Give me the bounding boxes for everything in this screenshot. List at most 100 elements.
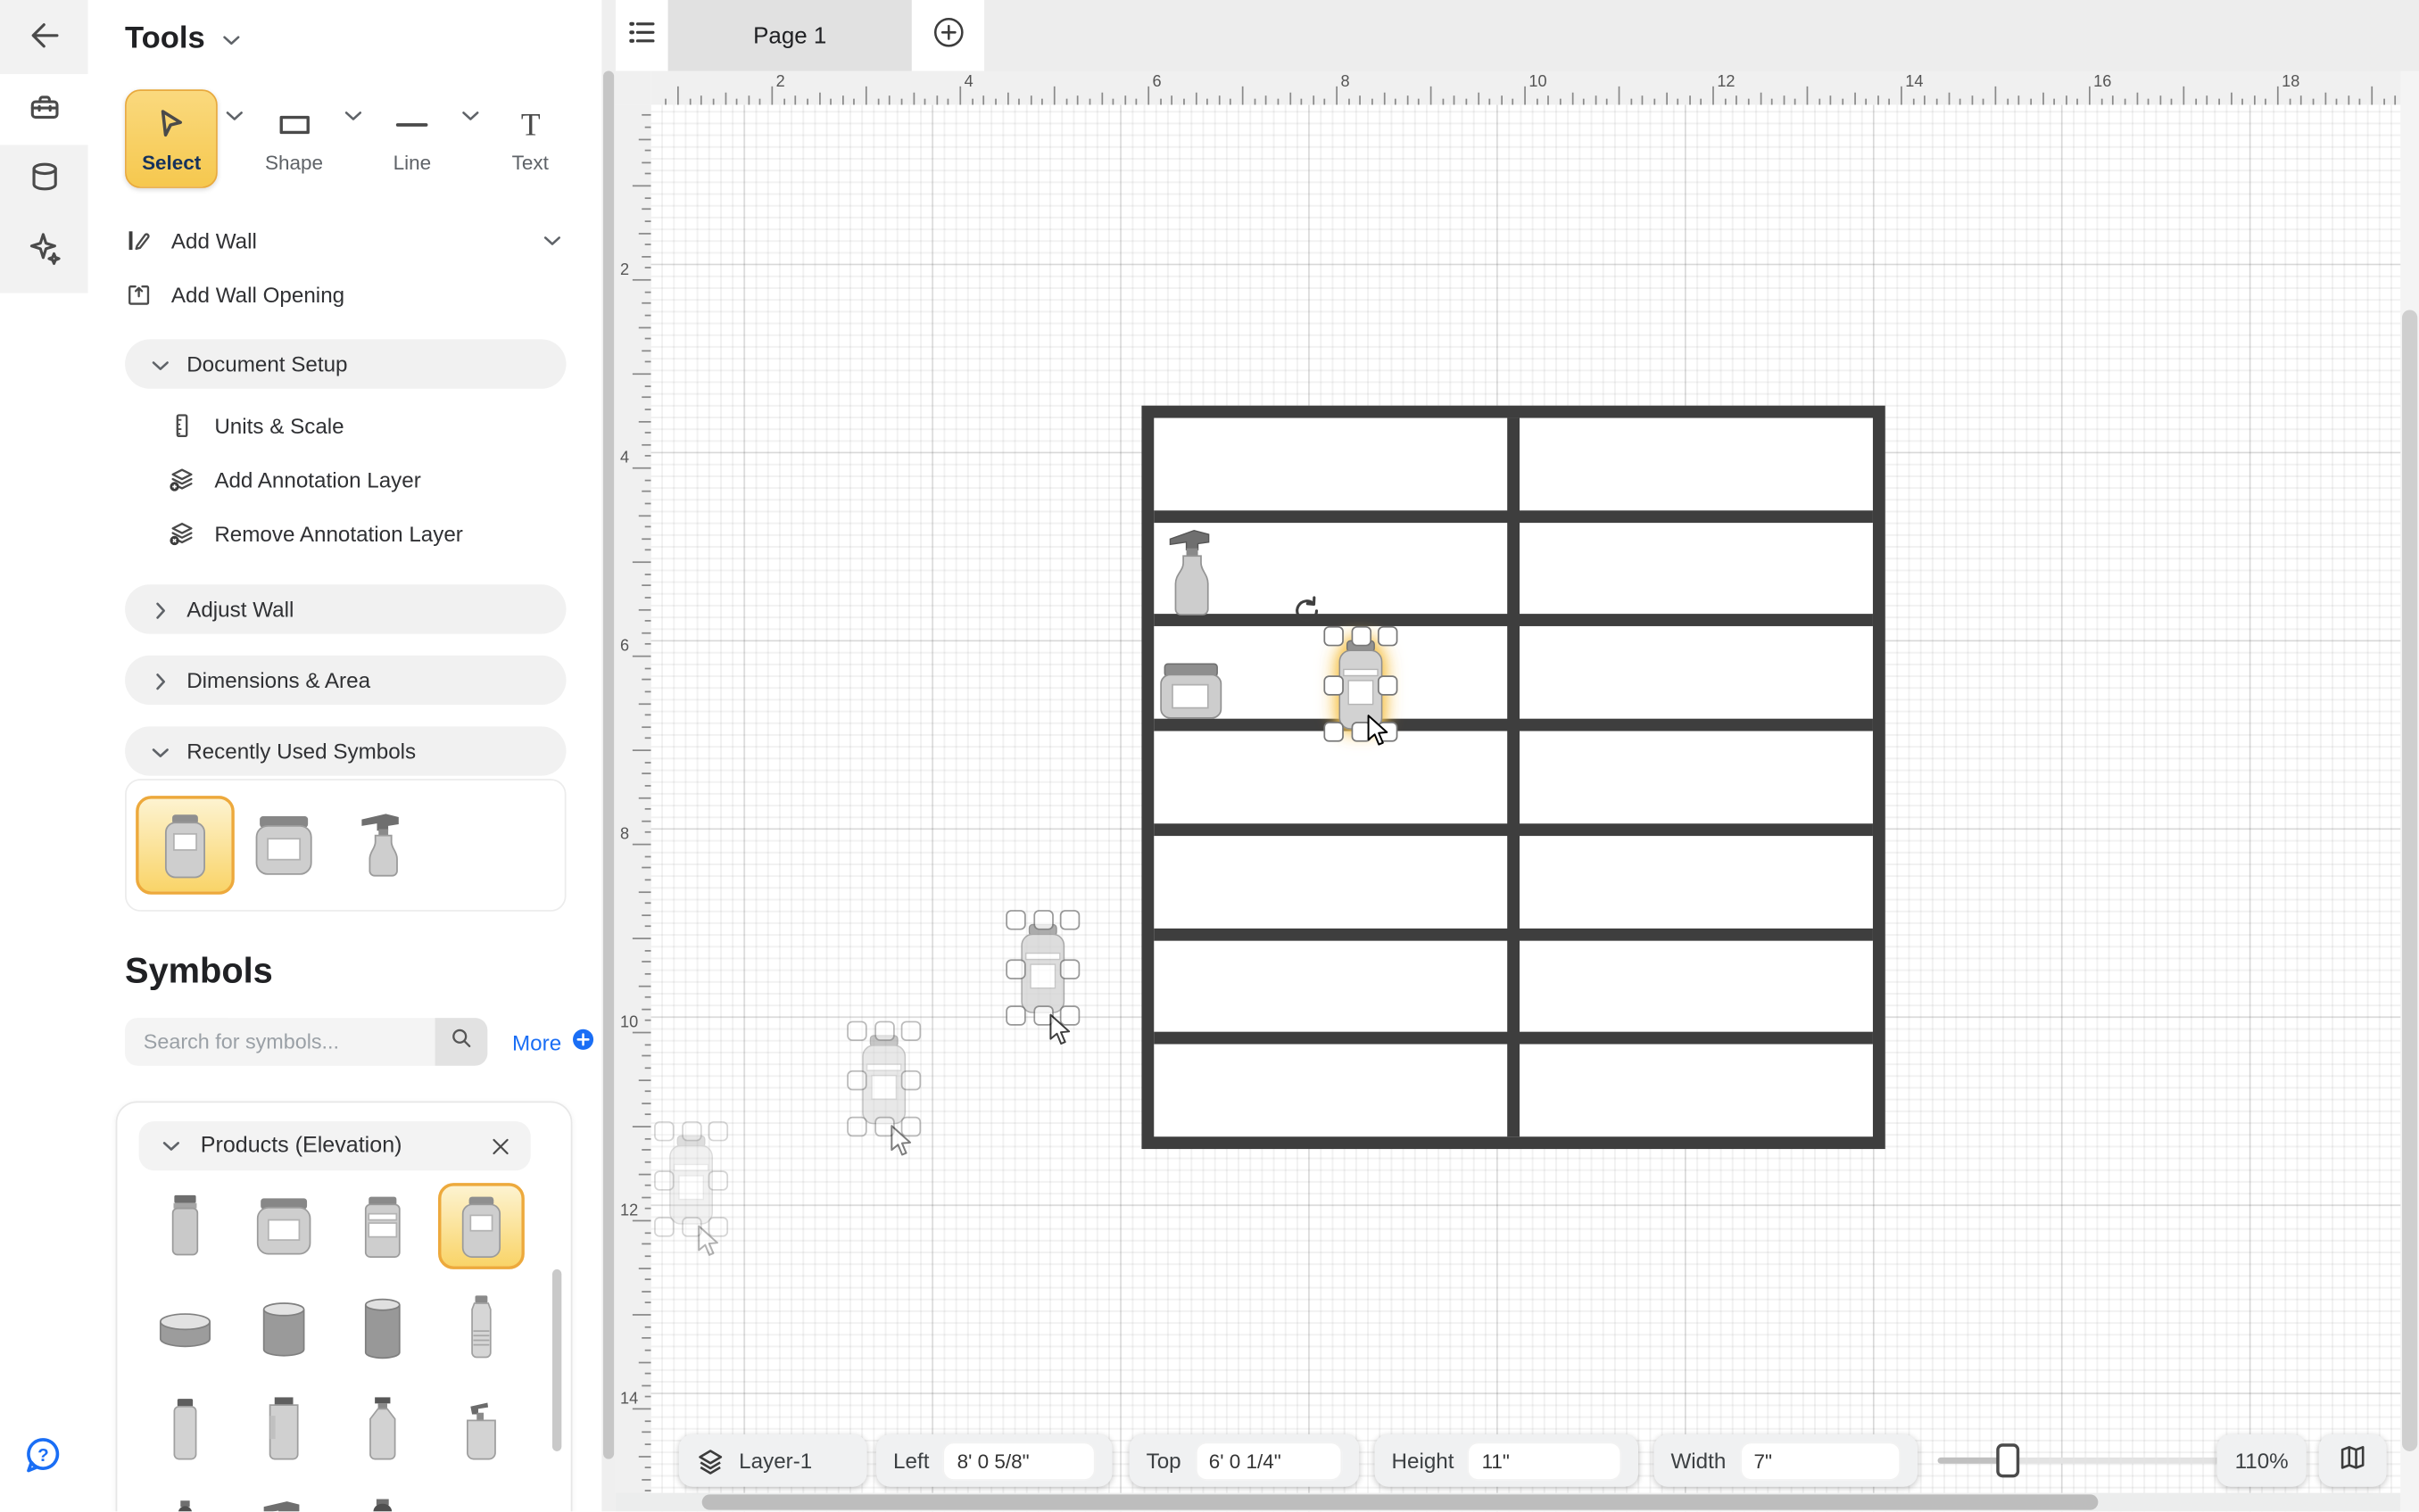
ruler-tick [642, 1384, 650, 1386]
select-dropdown-icon[interactable] [221, 99, 249, 127]
rotate-handle-icon[interactable] [1291, 595, 1321, 627]
ruler-tick [2266, 98, 2267, 105]
selection-handle[interactable] [1351, 626, 1371, 646]
add-page-button[interactable] [912, 0, 984, 71]
symbol-shampoo-bottle[interactable] [241, 1386, 327, 1473]
ruler-tick [1313, 95, 1314, 104]
sidebar-scrollbar[interactable] [601, 0, 616, 1511]
symbol-tub[interactable] [142, 1285, 228, 1371]
symbol-search-input[interactable] [125, 1018, 435, 1066]
symbol-pump-bottle[interactable] [438, 1386, 525, 1473]
more-symbols-link[interactable]: More [512, 1027, 595, 1056]
symbol-capped-bottle[interactable] [142, 1488, 228, 1511]
add-annotation-layer-button[interactable]: Add Annotation Layer [125, 458, 566, 500]
rail-item-toolbox[interactable] [0, 74, 88, 145]
page-list-button[interactable] [616, 0, 668, 71]
ruler-tick [639, 797, 651, 798]
navigator-button[interactable] [2319, 1434, 2387, 1487]
shape-dropdown-icon[interactable] [339, 99, 367, 127]
add-wall-opening-button[interactable]: Add Wall Opening [125, 273, 566, 316]
layer-pill[interactable]: Layer-1 [679, 1434, 867, 1487]
ruler-tick [1995, 87, 1997, 105]
width-field-input[interactable]: 7" [1740, 1442, 1901, 1480]
ruler-tick [689, 98, 691, 105]
selection-handle[interactable] [1378, 674, 1397, 694]
selection-handle[interactable] [1323, 722, 1343, 741]
canvas-symbol-wide-jar[interactable] [1160, 663, 1222, 718]
back-arrow-icon [26, 16, 62, 61]
tab-page-1[interactable]: Page 1 [668, 0, 912, 71]
vertical-scrollbar[interactable] [2400, 71, 2419, 1512]
help-button[interactable]: ? [21, 1434, 64, 1477]
ruler-tick [642, 632, 650, 633]
selection-handle[interactable] [1323, 674, 1343, 694]
rail-item-database[interactable] [0, 145, 88, 217]
symbol-flip-cap-bottle[interactable] [142, 1386, 228, 1473]
recent-symbol-wide-jar[interactable] [235, 796, 334, 895]
remove-annotation-layer-button[interactable]: Remove Annotation Layer [125, 512, 566, 555]
symbol-angular-bottle[interactable] [339, 1386, 426, 1473]
rail-item-sparkles[interactable] [0, 216, 88, 287]
wall-opening-icon [125, 281, 153, 309]
add-wall-button[interactable]: Add Wall [125, 219, 566, 262]
shape-tool-button[interactable]: Shape [252, 89, 336, 188]
back-button[interactable] [0, 3, 88, 74]
tools-panel-title: Tools [125, 21, 205, 57]
units-scale-label: Units & Scale [214, 413, 344, 438]
units-scale-button[interactable]: Units & Scale [125, 404, 566, 447]
ruler-tick [644, 244, 651, 245]
horizontal-scrollbar[interactable] [616, 1493, 2400, 1512]
zoom-level-value: 110% [2235, 1448, 2289, 1473]
canvas-symbol-spray-bottle[interactable] [1168, 527, 1219, 616]
left-field-input[interactable]: 8' 0 5/8" [943, 1442, 1096, 1480]
ruler-tick [1536, 98, 1537, 105]
ruler-tick [1360, 95, 1362, 104]
zoom-slider[interactable] [1938, 1434, 2222, 1487]
select-tool-button[interactable]: Select [125, 89, 218, 188]
ruler-tick [642, 585, 650, 587]
recent-symbol-tall-jar[interactable] [136, 796, 235, 895]
symbol-pill-bottle[interactable] [142, 1183, 228, 1269]
symbol-search-button[interactable] [435, 1018, 488, 1066]
tools-chevron-down-icon[interactable] [218, 26, 245, 54]
close-icon[interactable] [489, 1135, 512, 1158]
symbol-jug[interactable] [339, 1488, 426, 1511]
drawing-canvas[interactable] [651, 105, 2419, 1512]
add-wall-chevron-icon[interactable] [538, 227, 566, 254]
line-dropdown-icon[interactable] [458, 99, 485, 127]
line-tool-button[interactable]: Line [370, 89, 454, 188]
ruler-tick [1007, 93, 1008, 105]
zoom-level-badge: 110% [2217, 1434, 2307, 1487]
products-elevation-header[interactable]: Products (Elevation) [139, 1121, 531, 1170]
ruler-tick [2383, 98, 2385, 105]
symbol-spray-bottle[interactable] [241, 1488, 327, 1511]
adjust-wall-section[interactable]: Adjust Wall [125, 584, 566, 633]
dimensions-area-section[interactable]: Dimensions & Area [125, 656, 566, 705]
top-field-input[interactable]: 6' 0 1/4" [1195, 1442, 1342, 1480]
symbol-tall-can[interactable] [339, 1285, 426, 1371]
ruler-tick [642, 444, 650, 446]
left-field-label: Left [893, 1448, 929, 1473]
symbol-panel-scrollbar[interactable] [552, 1269, 561, 1451]
vertical-ruler: 2468101214 [616, 105, 651, 1512]
zoom-slider-handle[interactable] [1996, 1443, 2019, 1477]
recent-symbol-spray-bottle[interactable] [333, 796, 432, 895]
selection-handle[interactable] [1323, 626, 1343, 646]
recently-used-section[interactable]: Recently Used Symbols [125, 726, 566, 775]
ruler-tick [1406, 95, 1408, 104]
height-field-input[interactable]: 11" [1468, 1442, 1621, 1480]
symbol-wide-jar[interactable] [241, 1183, 327, 1269]
ruler-tick [644, 1443, 651, 1445]
document-setup-header[interactable]: Document Setup [125, 339, 566, 388]
symbol-water-bottle[interactable] [438, 1285, 525, 1371]
zoom-slider-track[interactable] [1938, 1458, 2222, 1464]
ruler-tick [644, 855, 651, 857]
app-window: ? Tools Select Shape Line T [0, 0, 2419, 1511]
text-tool-button[interactable]: T Text [488, 89, 572, 188]
symbol-cylinder[interactable] [241, 1285, 327, 1371]
selection-handle[interactable] [1378, 626, 1397, 646]
shelving-unit[interactable] [1141, 406, 1885, 1149]
ruler-tick [700, 95, 702, 104]
symbol-striped-jar[interactable] [339, 1183, 426, 1269]
symbol-tall-jar[interactable] [438, 1183, 525, 1269]
